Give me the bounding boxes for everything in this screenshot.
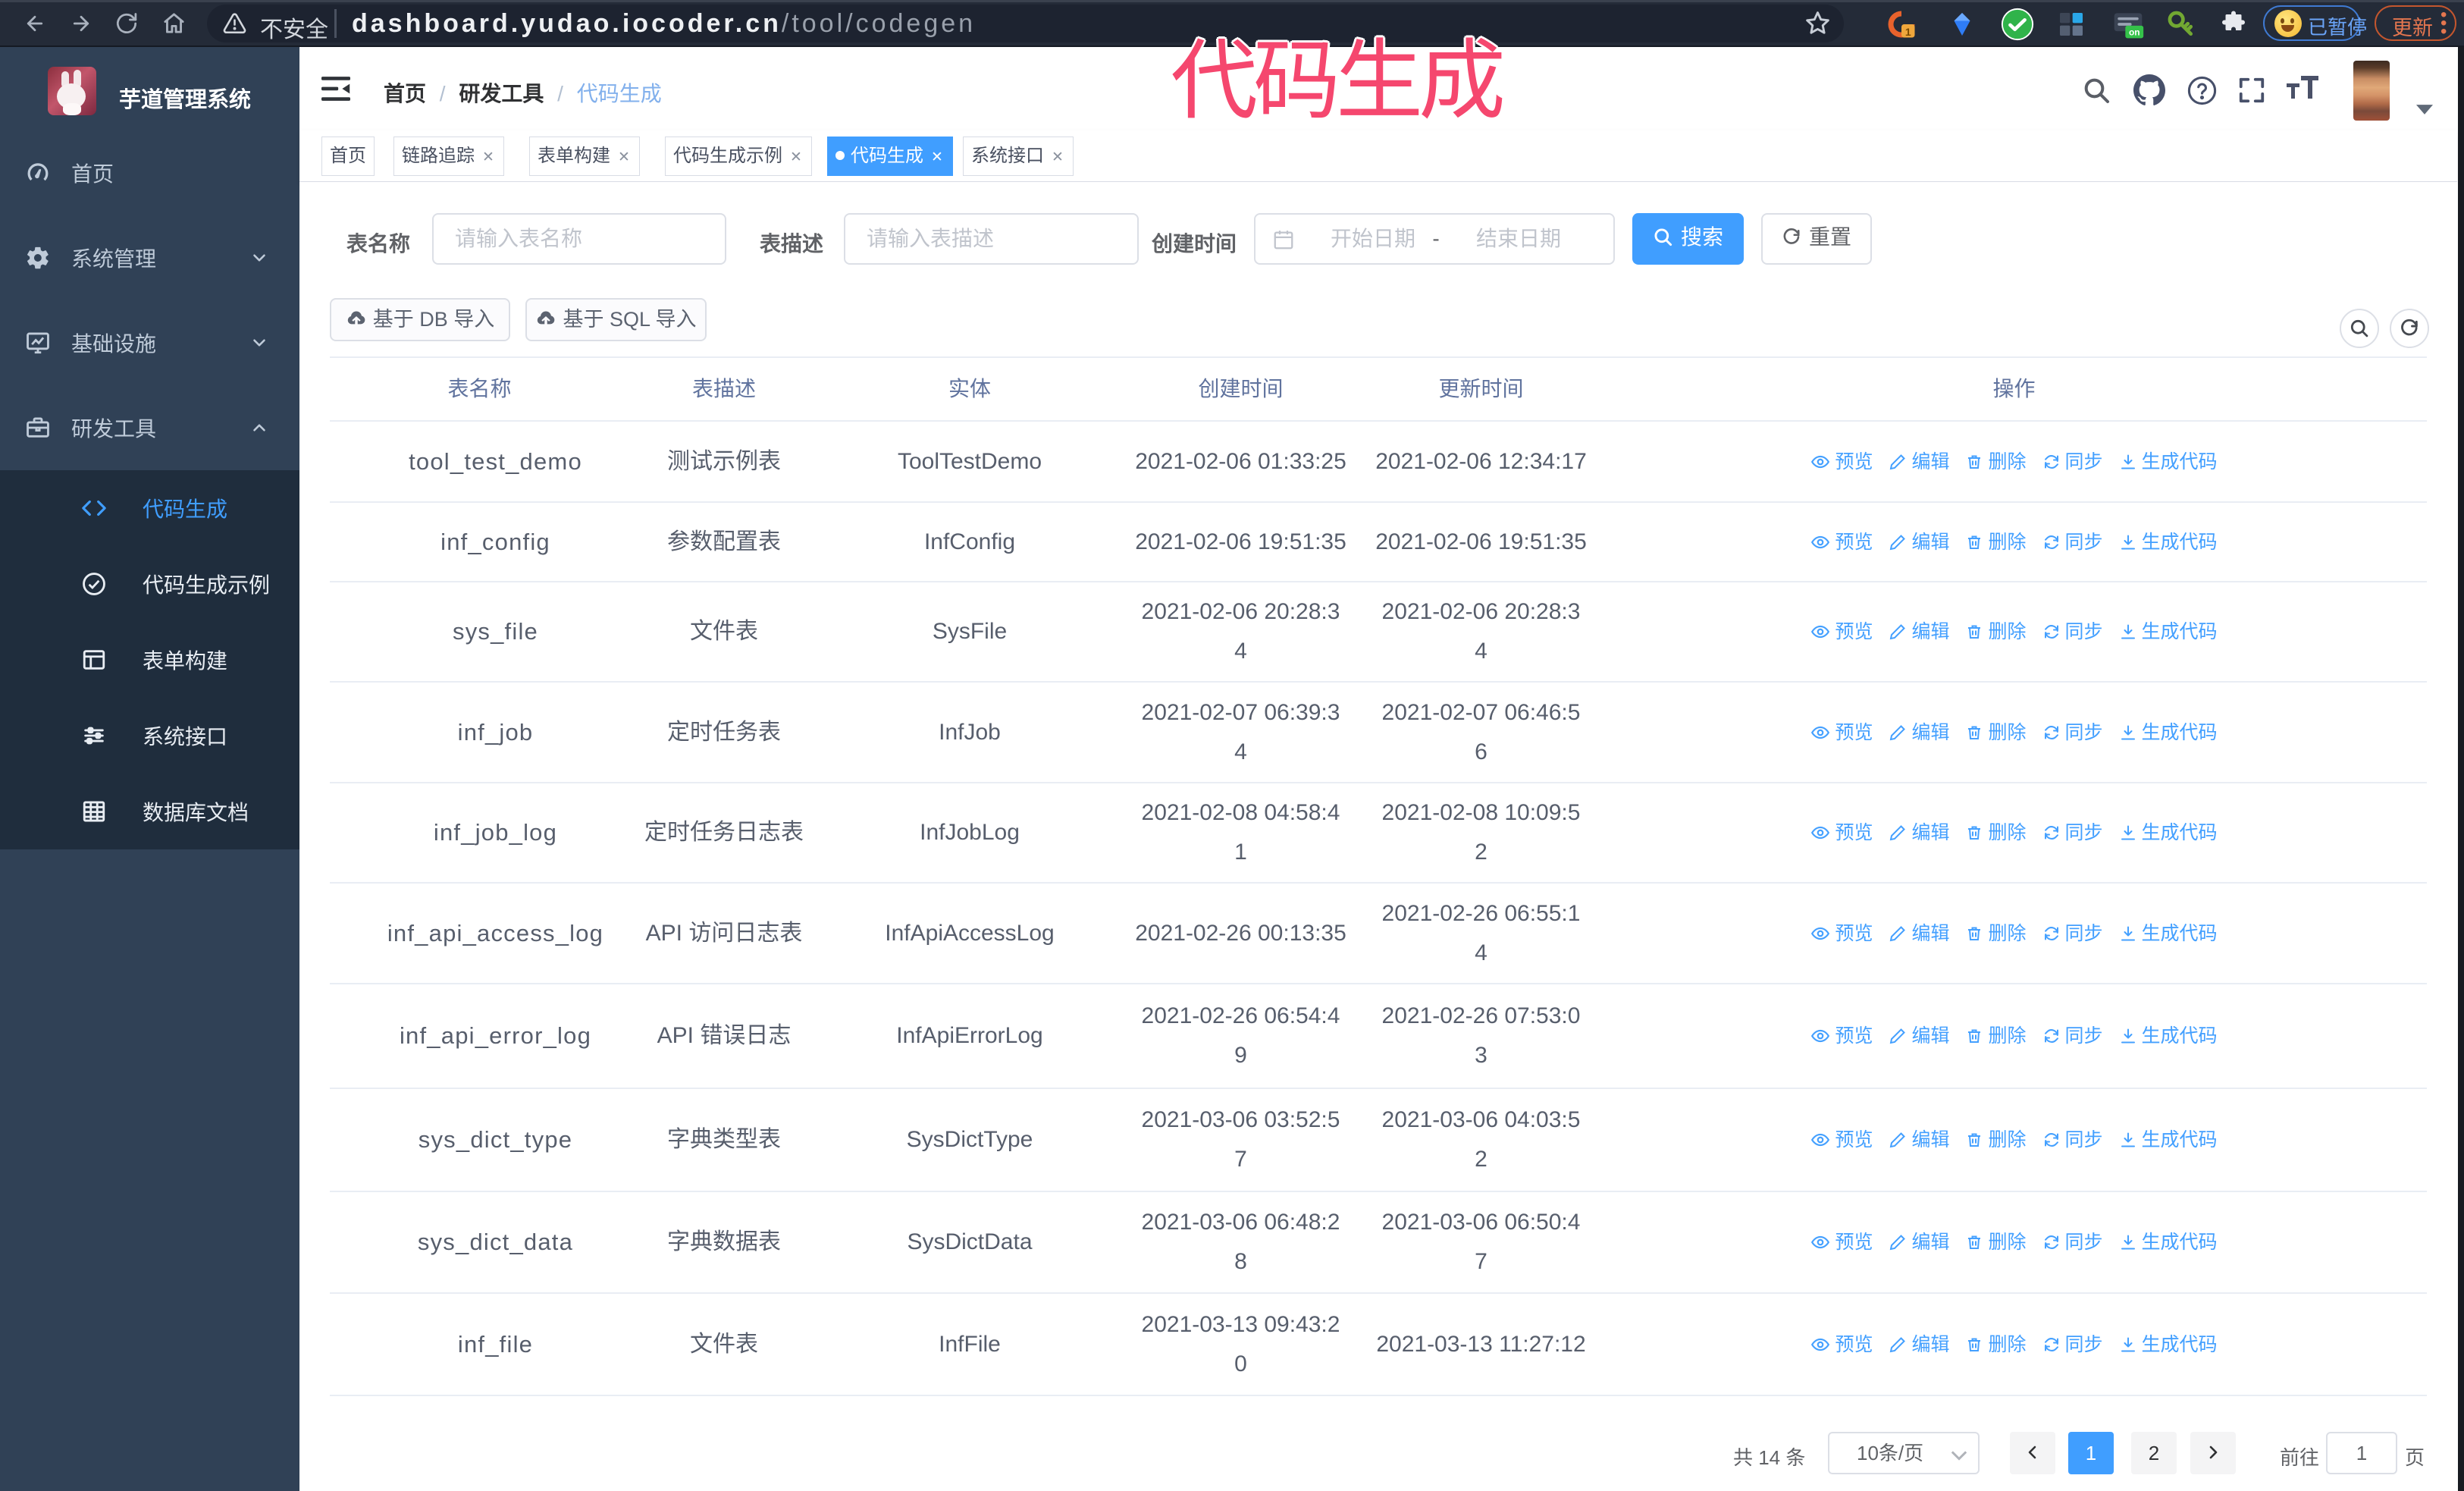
svg-text:on: on (2129, 27, 2140, 38)
svg-text:1: 1 (1905, 26, 1911, 38)
